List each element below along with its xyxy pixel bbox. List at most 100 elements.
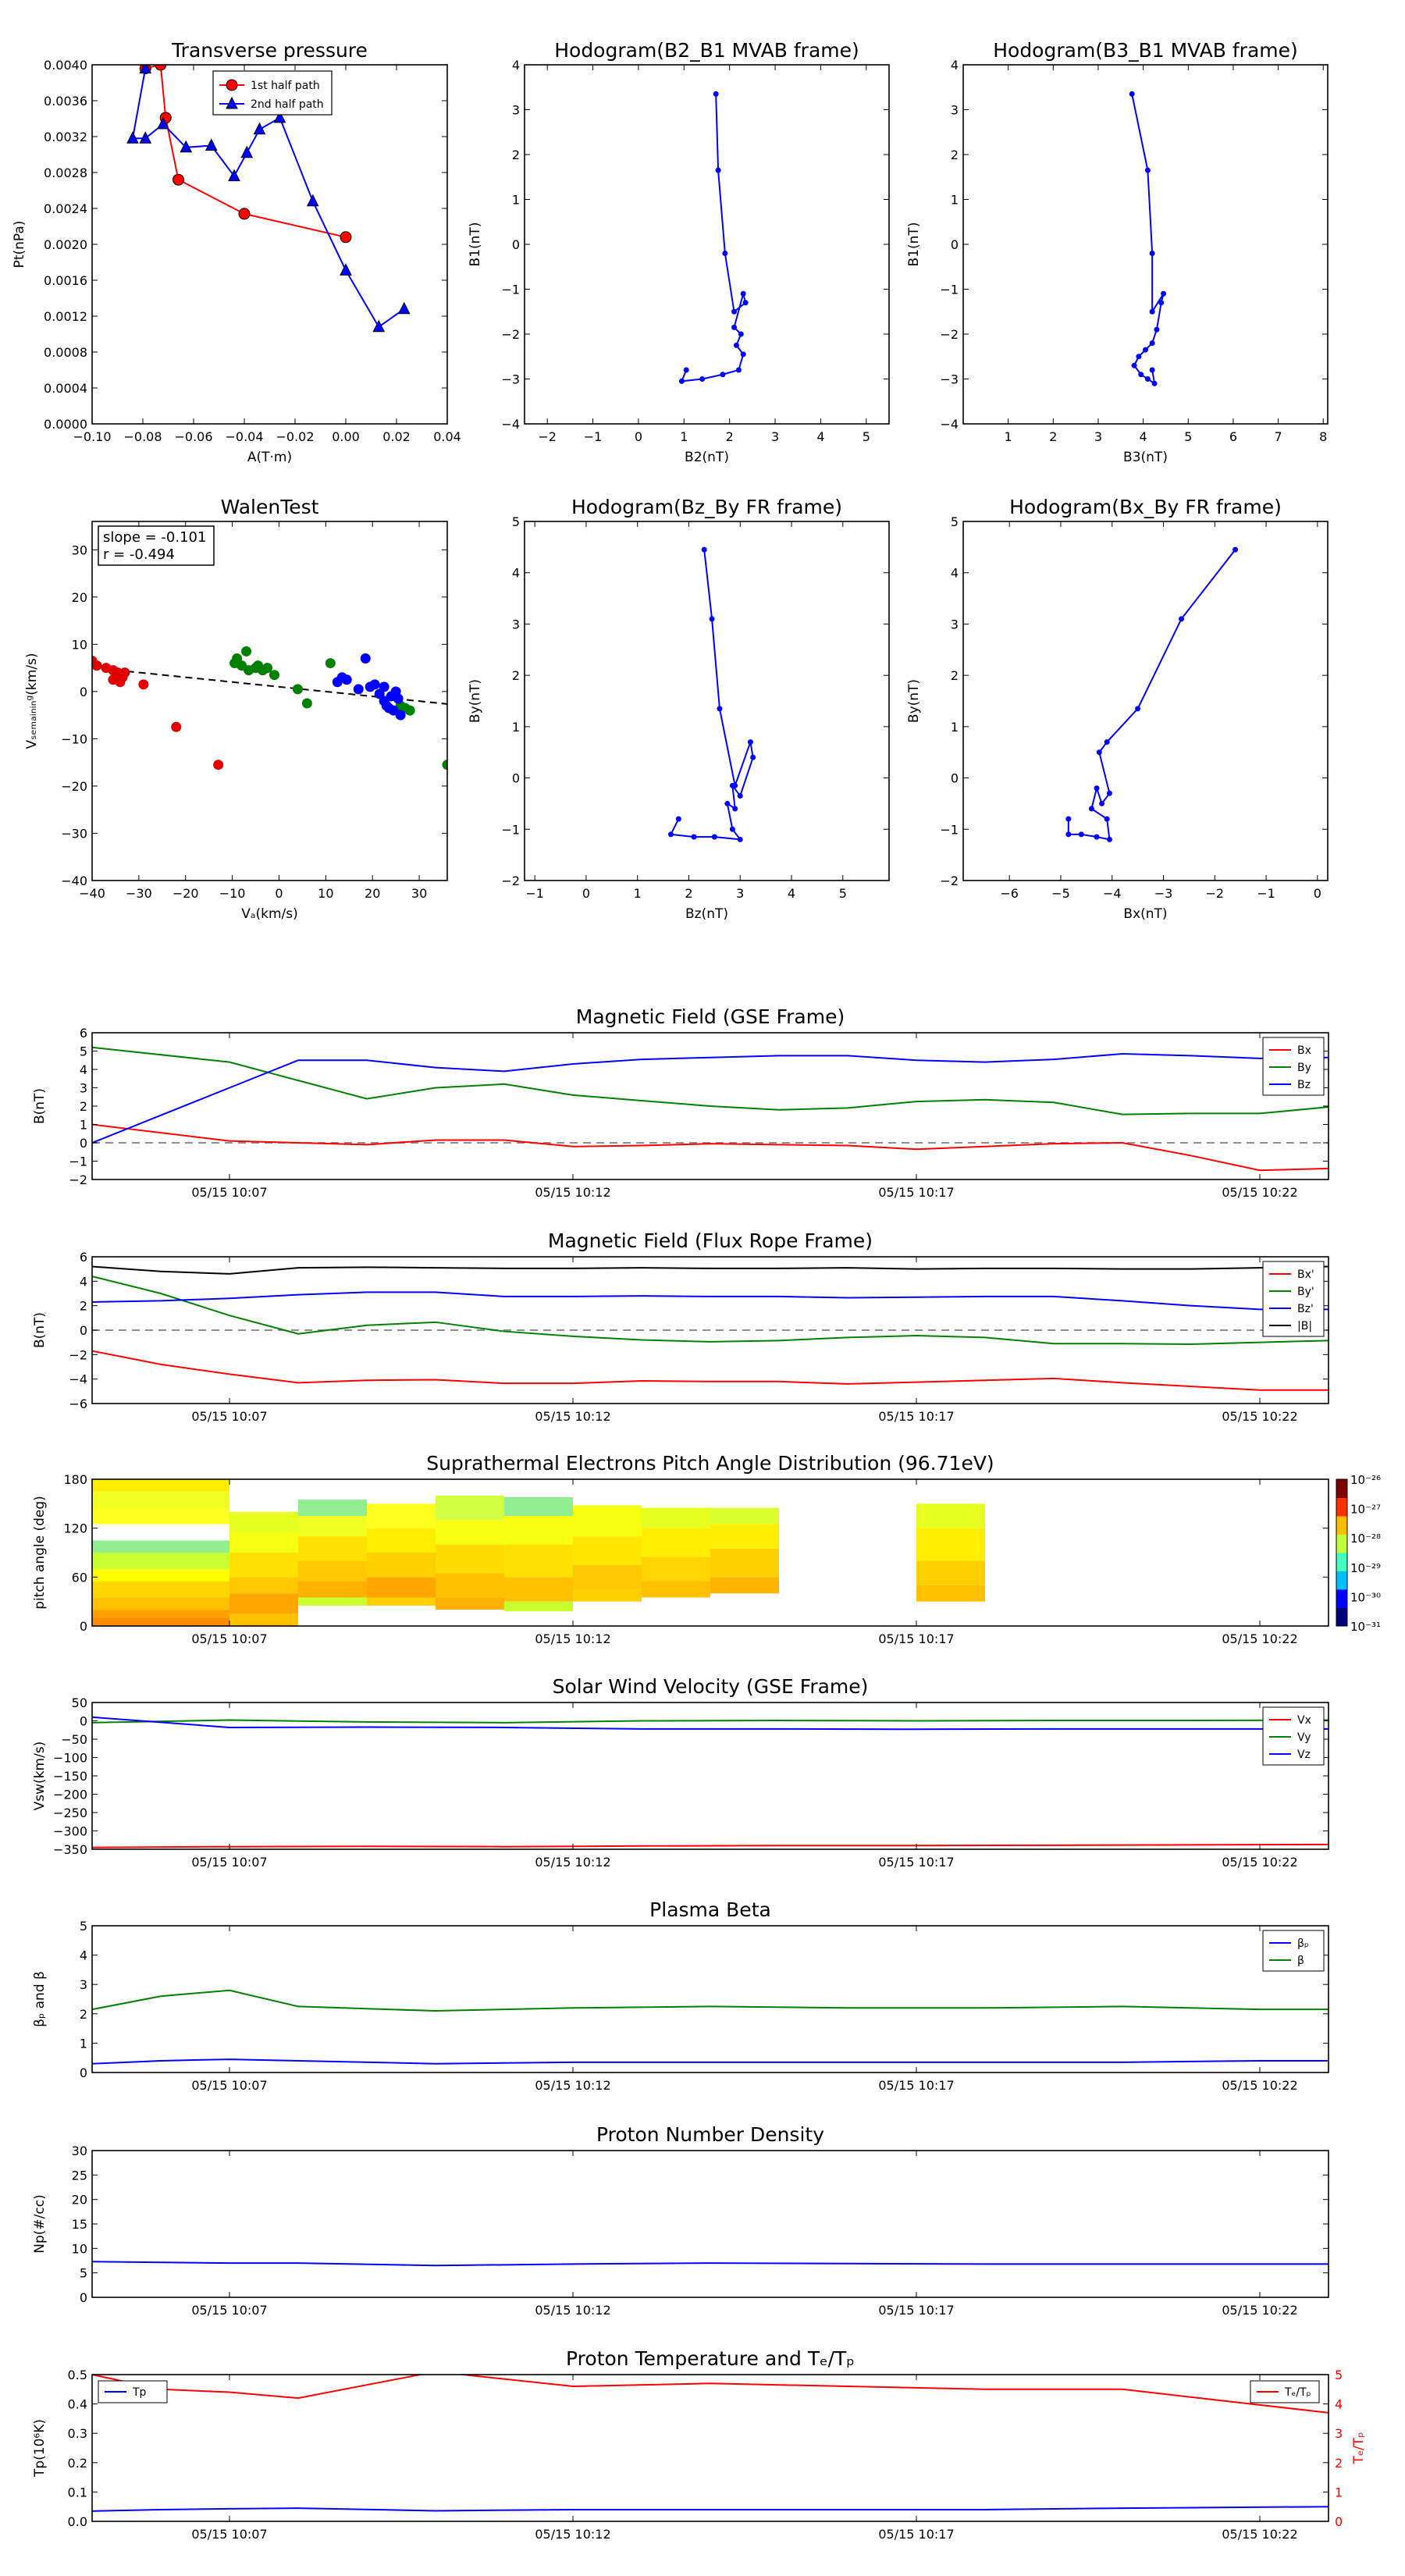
data-point xyxy=(747,739,753,745)
x-tick-label: 05/15 10:12 xyxy=(535,2527,610,2542)
y-tick-label: 4 xyxy=(80,1062,87,1077)
data-point xyxy=(240,145,254,158)
data-point xyxy=(675,816,681,822)
chart-beta: 0 1 2 3 4 5 05/15 10:07 05/15 10:12 05/15 10:17 0… xyxy=(32,1898,1329,2093)
data-point xyxy=(737,836,743,842)
data-point xyxy=(1129,91,1135,97)
data-point xyxy=(735,367,742,373)
heatmap-cell xyxy=(710,1507,779,1525)
y-tick-label: 0 xyxy=(80,1714,87,1729)
x-tick-label: 1 xyxy=(634,886,642,901)
colorbar-tick-label: 10⁻³⁰ xyxy=(1350,1590,1381,1604)
y-tick-label: 0.0036 xyxy=(44,94,87,109)
data-point xyxy=(711,834,717,840)
heatmap-cell xyxy=(367,1503,436,1528)
heatmap-cell xyxy=(436,1520,504,1545)
y-tick-label: 50 xyxy=(72,1695,87,1710)
data-point xyxy=(138,679,149,690)
x-tick-label: −5 xyxy=(1051,886,1070,901)
legend-label: By' xyxy=(1297,1286,1314,1298)
chart-pad: 10⁻²⁶ 10⁻²⁷ 10⁻²⁸ 10⁻²⁹ 10⁻³⁰ 10⁻³¹ 0 60 120 180 0… xyxy=(32,1452,1381,1646)
data-point xyxy=(1088,806,1094,812)
colorbar-segment xyxy=(1336,1516,1347,1535)
y-tick-label: 5 xyxy=(80,2266,87,2281)
y-tick-label: 20 xyxy=(72,2193,87,2208)
x-tick-label: 05/15 10:07 xyxy=(191,1631,267,1646)
axes-frame xyxy=(524,64,890,425)
y-tick-label: 2 xyxy=(951,668,959,683)
data-point xyxy=(253,122,266,135)
x-tick-label: 3 xyxy=(736,886,744,901)
data-point xyxy=(717,706,723,712)
heatmap-cell xyxy=(642,1581,710,1598)
data-point xyxy=(111,670,122,681)
data-point xyxy=(92,660,102,671)
x-tick-label: −0.08 xyxy=(123,429,162,444)
y-tick-label: 0 xyxy=(80,685,87,699)
y-tick-label: −1 xyxy=(501,822,520,837)
chart-tp2: 0.0 0.1 0.2 0.3 0.4 0.5 05/15 10:07 05/15 10:12… xyxy=(32,2347,1367,2542)
x-tick-label: −40 xyxy=(79,886,105,901)
data-point xyxy=(1078,831,1084,838)
legend-label: Vz xyxy=(1297,1749,1311,1761)
x-axis-label: Vₐ(km/s) xyxy=(241,906,298,922)
series-line xyxy=(92,1989,1329,2012)
legend-label: Tₑ/Tₚ xyxy=(1284,2386,1311,2399)
data-point xyxy=(742,300,749,306)
y-axis-label: pitch angle (deg) xyxy=(32,1496,48,1610)
y-tick-label: 3 xyxy=(951,103,959,118)
data-point xyxy=(397,301,411,315)
plot-area xyxy=(92,1046,1329,1172)
data-point xyxy=(1094,785,1100,792)
y-tick-label: 5 xyxy=(80,1044,87,1059)
data-point xyxy=(731,308,738,315)
legend-label: By xyxy=(1297,1062,1311,1074)
chart-title: Magnetic Field (GSE Frame) xyxy=(576,1005,845,1028)
y-tick-label: 0.1 xyxy=(68,2485,87,2500)
data-point xyxy=(667,831,674,838)
y-tick-label: 4 xyxy=(80,1948,87,1963)
data-point xyxy=(691,834,697,840)
y-tick-label: 0 xyxy=(951,771,959,786)
x-tick-label: −4 xyxy=(1103,886,1122,901)
x-tick-label: 05/15 10:07 xyxy=(191,2078,267,2093)
plot-area xyxy=(92,1265,1329,1391)
chart-title: Plasma Beta xyxy=(649,1898,771,1921)
heatmap-cell xyxy=(92,1507,229,1525)
chart-title: Solar Wind Velocity (GSE Frame) xyxy=(553,1675,869,1698)
y-tick-label: −3 xyxy=(940,372,959,387)
heatmap-cell xyxy=(573,1505,642,1537)
x-tick-label: −1 xyxy=(1257,886,1275,901)
series-line xyxy=(92,2506,1329,2512)
data-point xyxy=(213,760,224,770)
axes-frame xyxy=(91,64,448,425)
data-point xyxy=(1104,816,1110,822)
x-tick-label: 05/15 10:17 xyxy=(878,1409,954,1424)
axes-frame xyxy=(91,1702,1329,1850)
colorbar-segment xyxy=(1336,1607,1347,1627)
heatmap-cell xyxy=(504,1601,573,1612)
y-tick-label: 3 xyxy=(951,617,959,632)
data-point xyxy=(1151,380,1158,386)
data-point xyxy=(737,793,743,799)
data-point xyxy=(340,231,352,244)
x-tick-label: 0.02 xyxy=(382,429,411,444)
plot-area xyxy=(92,2261,1329,2267)
y-tick-label: 60 xyxy=(72,1570,87,1585)
plot-area xyxy=(1065,546,1239,842)
data-point xyxy=(1106,836,1112,842)
x-tick-label: 05/15 10:17 xyxy=(878,2078,954,2093)
y-tick-label: −3 xyxy=(501,372,520,387)
data-point xyxy=(404,705,415,716)
series-line xyxy=(92,1265,1329,1275)
heatmap-cell xyxy=(298,1560,367,1582)
data-point xyxy=(1161,290,1167,297)
legend-marker xyxy=(226,79,238,91)
heatmap-cell xyxy=(92,1597,229,1610)
plot-area xyxy=(92,1716,1329,1848)
data-point xyxy=(301,698,312,709)
data-point xyxy=(678,378,685,384)
colorbar-segment xyxy=(1336,1571,1347,1590)
x-tick-label: 05/15 10:17 xyxy=(878,2527,954,2542)
y-tick-label: −2 xyxy=(501,327,520,342)
